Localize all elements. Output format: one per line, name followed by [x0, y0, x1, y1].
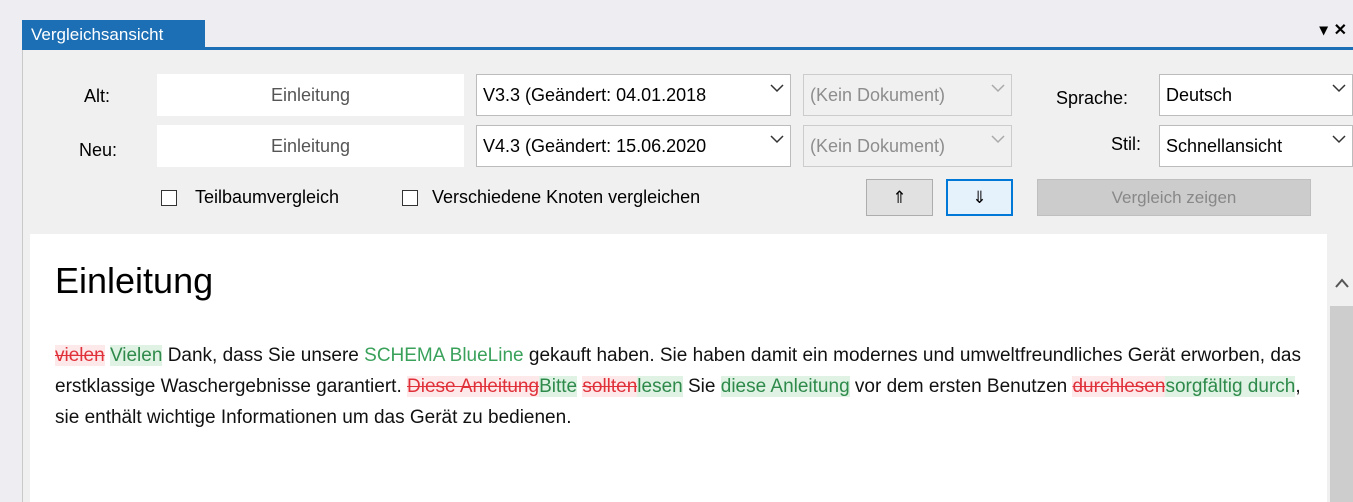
scrollbar-thumb[interactable]: [1330, 306, 1353, 502]
tab-vergleichsansicht[interactable]: Vergleichsansicht: [22, 20, 205, 49]
comparison-document-view: Einleitung vielen Vielen Dank, dass Sie …: [30, 234, 1327, 502]
previous-change-button[interactable]: ⇑: [866, 179, 933, 216]
unchanged-text: vor dem ersten Benutzen: [849, 376, 1073, 397]
unchanged-text: Dank, dass Sie unsere: [162, 345, 365, 366]
deleted-text: sollten: [582, 376, 638, 397]
new-node-field[interactable]: Einleitung: [157, 125, 464, 167]
old-document-value: (Kein Dokument): [810, 85, 946, 105]
language-value: Deutsch: [1166, 85, 1233, 105]
inserted-text: diese Anleitung: [720, 376, 850, 397]
window-controls: ▾✕: [1320, 20, 1353, 46]
sprache-label: Sprache:: [1056, 88, 1129, 108]
document-paragraph: vielen Vielen Dank, dass Sie unsere SCHE…: [55, 340, 1305, 433]
new-document-value: (Kein Dokument): [810, 136, 946, 156]
language-select[interactable]: Deutsch: [1159, 74, 1353, 116]
style-select[interactable]: Schnellansicht: [1159, 125, 1353, 167]
deleted-text: vielen: [55, 345, 105, 366]
old-node-field[interactable]: Einleitung: [157, 74, 464, 116]
inserted-text: sorgfältig durch: [1165, 376, 1296, 397]
new-document-select: (Kein Dokument): [803, 125, 1012, 167]
stil-label: Stil:: [1111, 134, 1142, 154]
chevron-down-icon: [991, 84, 1005, 93]
close-icon[interactable]: ✕: [1334, 22, 1353, 39]
scroll-up-icon[interactable]: [1335, 278, 1349, 288]
deleted-text: durchlesen: [1072, 376, 1166, 397]
neu-label: Neu:: [79, 140, 118, 160]
chevron-down-icon: [770, 84, 784, 93]
chevron-down-icon: [770, 135, 784, 144]
show-comparison-button: Vergleich zeigen: [1037, 179, 1311, 216]
old-version-value: V3.3 (Geändert: 04.01.2018: [483, 85, 707, 105]
chevron-down-icon: [1332, 135, 1346, 144]
style-value: Schnellansicht: [1166, 136, 1283, 156]
inserted-text: lesen: [637, 376, 683, 397]
document-heading: Einleitung: [55, 260, 214, 301]
next-change-button[interactable]: ⇓: [946, 179, 1013, 216]
changed-text: SCHEMA BlueLine: [364, 345, 524, 366]
chevron-down-icon: [1332, 84, 1346, 93]
old-version-select[interactable]: V3.3 (Geändert: 04.01.2018: [476, 74, 791, 116]
deleted-text: Diese Anleitung: [407, 376, 540, 397]
old-document-select: (Kein Dokument): [803, 74, 1012, 116]
inserted-text: Vielen: [109, 345, 163, 366]
inserted-text: Bitte: [539, 376, 578, 397]
new-version-select[interactable]: V4.3 (Geändert: 15.06.2020: [476, 125, 791, 167]
chevron-down-icon: [991, 135, 1005, 144]
alt-label: Alt:: [84, 86, 111, 106]
new-version-value: V4.3 (Geändert: 15.06.2020: [483, 136, 707, 156]
different-nodes-label: Verschiedene Knoten vergleichen: [432, 187, 701, 207]
unchanged-text: Sie: [682, 376, 721, 397]
different-nodes-checkbox[interactable]: [402, 190, 418, 206]
subtree-label: Teilbaumvergleich: [195, 187, 340, 207]
pin-dropdown-icon[interactable]: ▾: [1320, 22, 1334, 39]
subtree-checkbox[interactable]: [161, 190, 177, 206]
